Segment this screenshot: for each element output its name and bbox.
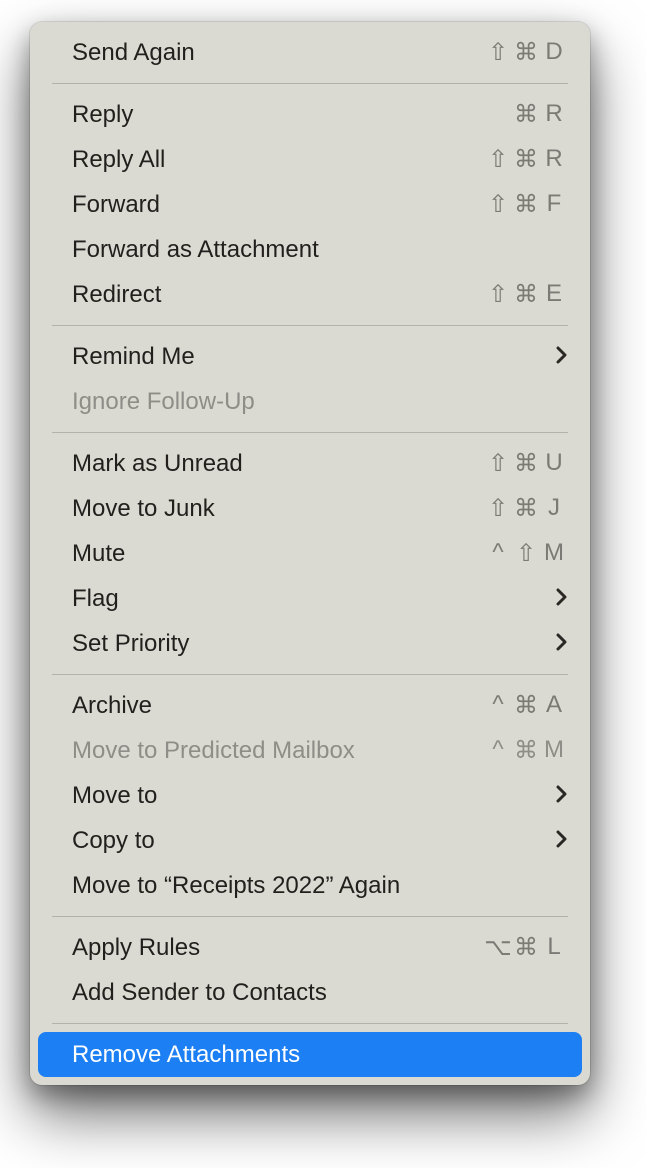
menu-item-label: Move to Junk: [72, 495, 484, 523]
chevron-right-icon: [556, 630, 568, 658]
menu-item-shortcut: ⇧⌘E: [484, 280, 568, 309]
menu-item-label: Set Priority: [72, 630, 556, 658]
menu-item-shortcut: ⇧⌘F: [484, 190, 568, 219]
menu-item-move-to[interactable]: Move to: [30, 773, 590, 818]
menu-item-label: Redirect: [72, 281, 484, 309]
menu-item-label: Ignore Follow-Up: [72, 388, 568, 416]
menu-item-shortcut: ⇧⌘D: [484, 38, 568, 67]
menu-item-remind-me[interactable]: Remind Me: [30, 334, 590, 379]
menu-item-send-again[interactable]: Send Again ⇧⌘D: [30, 30, 590, 75]
menu-item-move-to-again[interactable]: Move to “Receipts 2022” Again: [30, 863, 590, 908]
menu-item-remove-attachments[interactable]: Remove Attachments: [38, 1032, 582, 1077]
menu-item-shortcut: ⇧⌘U: [484, 449, 568, 478]
menu-item-label: Mute: [72, 540, 484, 568]
menu-item-shortcut: ^⌘M: [484, 736, 568, 765]
menu-item-archive[interactable]: Archive ^⌘A: [30, 683, 590, 728]
menu-item-move-to-junk[interactable]: Move to Junk ⇧⌘J: [30, 486, 590, 531]
menu-item-shortcut: ⌘R: [512, 100, 568, 129]
menu-item-mute[interactable]: Mute ^⇧M: [30, 531, 590, 576]
menu-item-reply-all[interactable]: Reply All ⇧⌘R: [30, 137, 590, 182]
menu-item-label: Mark as Unread: [72, 450, 484, 478]
menu-item-label: Remind Me: [72, 343, 556, 371]
menu-item-label: Reply: [72, 101, 512, 129]
menu-item-add-sender-to-contacts[interactable]: Add Sender to Contacts: [30, 970, 590, 1015]
menu-separator: [52, 1023, 568, 1024]
menu-item-forward[interactable]: Forward ⇧⌘F: [30, 182, 590, 227]
menu-item-label: Move to “Receipts 2022” Again: [72, 872, 568, 900]
chevron-right-icon: [556, 827, 568, 855]
menu-item-label: Reply All: [72, 146, 484, 174]
chevron-right-icon: [556, 782, 568, 810]
menu-item-label: Forward: [72, 191, 484, 219]
menu-item-shortcut: ⇧⌘R: [484, 145, 568, 174]
menu-item-forward-as-attachment[interactable]: Forward as Attachment: [30, 227, 590, 272]
menu-item-set-priority[interactable]: Set Priority: [30, 621, 590, 666]
menu-item-shortcut: ⌥⌘L: [484, 933, 568, 962]
menu-item-shortcut: ^⌘A: [484, 691, 568, 720]
menu-item-label: Send Again: [72, 39, 484, 67]
chevron-right-icon: [556, 585, 568, 613]
menu-separator: [52, 674, 568, 675]
menu-item-apply-rules[interactable]: Apply Rules ⌥⌘L: [30, 925, 590, 970]
menu-item-label: Flag: [72, 585, 556, 613]
menu-item-label: Remove Attachments: [72, 1041, 568, 1069]
menu-item-copy-to[interactable]: Copy to: [30, 818, 590, 863]
menu-separator: [52, 83, 568, 84]
menu-item-ignore-follow-up: Ignore Follow-Up: [30, 379, 590, 424]
menu-item-label: Copy to: [72, 827, 556, 855]
menu-item-flag[interactable]: Flag: [30, 576, 590, 621]
menu-item-label: Archive: [72, 692, 484, 720]
chevron-right-icon: [556, 343, 568, 371]
context-menu: Send Again ⇧⌘D Reply ⌘R Reply All ⇧⌘R Fo…: [30, 22, 590, 1085]
menu-item-label: Add Sender to Contacts: [72, 979, 568, 1007]
menu-item-shortcut: ^⇧M: [484, 539, 568, 568]
menu-separator: [52, 916, 568, 917]
menu-item-move-to-predicted: Move to Predicted Mailbox ^⌘M: [30, 728, 590, 773]
menu-item-shortcut: ⇧⌘J: [484, 494, 568, 523]
menu-item-label: Move to Predicted Mailbox: [72, 737, 484, 765]
menu-separator: [52, 325, 568, 326]
menu-item-label: Forward as Attachment: [72, 236, 568, 264]
menu-item-mark-as-unread[interactable]: Mark as Unread ⇧⌘U: [30, 441, 590, 486]
menu-separator: [52, 432, 568, 433]
menu-item-label: Move to: [72, 782, 556, 810]
menu-item-reply[interactable]: Reply ⌘R: [30, 92, 590, 137]
menu-item-label: Apply Rules: [72, 934, 484, 962]
menu-item-redirect[interactable]: Redirect ⇧⌘E: [30, 272, 590, 317]
